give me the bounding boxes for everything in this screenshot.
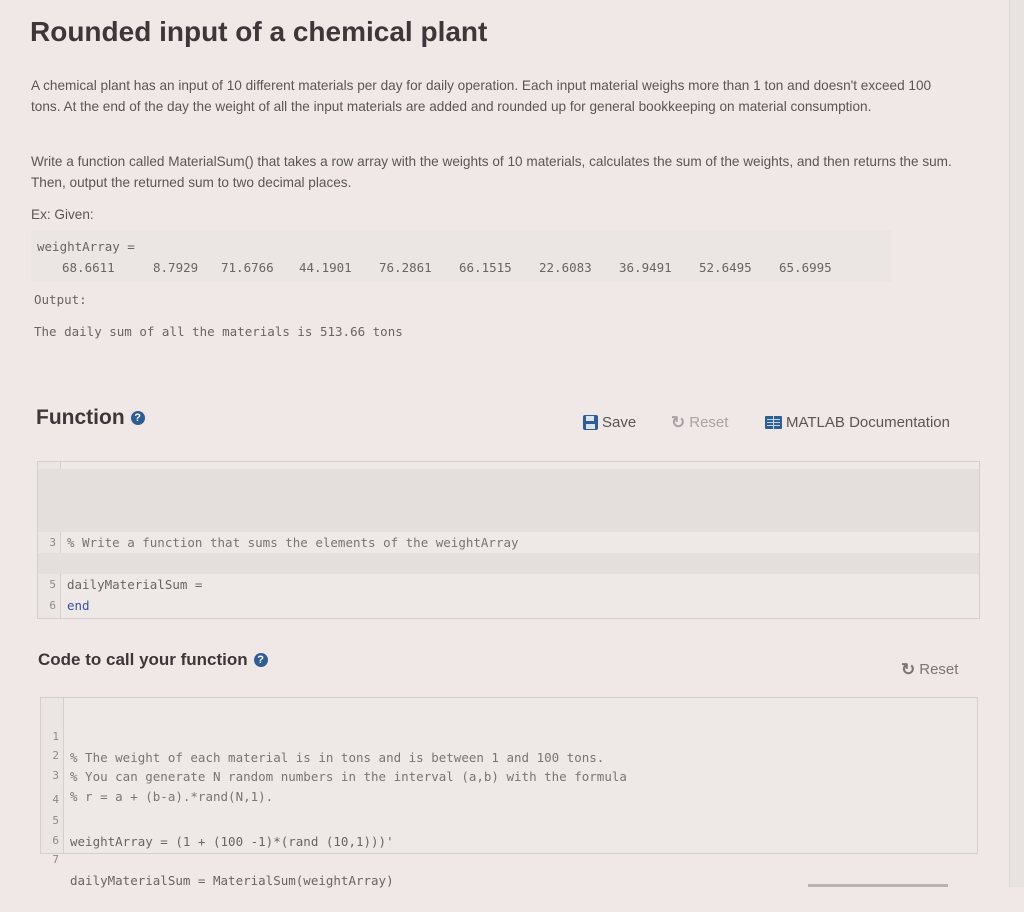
example-value: 52.6495 bbox=[699, 260, 752, 275]
refresh-icon: ↻ bbox=[901, 659, 916, 679]
reset-function-button[interactable]: ↻ Reset bbox=[671, 412, 728, 432]
code-line[interactable]: 1 % The weight of each material is in to… bbox=[41, 705, 977, 765]
refresh-icon: ↻ bbox=[671, 412, 686, 432]
question-circle-icon[interactable]: ? bbox=[130, 411, 145, 425]
code-line[interactable]: 2 % You can generate N random numbers in… bbox=[41, 724, 977, 784]
example-variable: weightArray = bbox=[37, 239, 135, 254]
reset-label: Reset bbox=[919, 660, 959, 678]
call-title-text: Code to call your function bbox=[38, 650, 248, 669]
code-line-editable[interactable]: 4 dailyMaterialSum = bbox=[38, 532, 979, 592]
example-value: 66.1515 bbox=[459, 260, 512, 275]
page-scrollbar[interactable] bbox=[1009, 0, 1024, 887]
output-text: The daily sum of all the materials is 51… bbox=[34, 324, 403, 339]
matlab-documentation-link[interactable]: MATLAB Documentation bbox=[765, 412, 950, 432]
page-title: Rounded input of a chemical plant bbox=[30, 16, 488, 47]
line-number: 6 bbox=[49, 599, 56, 612]
reset-call-button[interactable]: ↻ Reset bbox=[901, 659, 958, 679]
function-section-title: Function ? bbox=[36, 406, 145, 430]
code-line[interactable]: 4 bbox=[41, 768, 977, 806]
call-section-title: Code to call your function ? bbox=[38, 650, 268, 670]
code-line[interactable]: 3 % and prints the result to 2 decimal p… bbox=[38, 511, 979, 571]
example-values: 68.6611 8.7929 71.6766 44.1901 76.2861 6… bbox=[62, 260, 859, 275]
save-button[interactable]: Save bbox=[583, 412, 636, 432]
reset-label: Reset bbox=[689, 413, 729, 431]
example-value: 71.6766 bbox=[221, 260, 274, 275]
call-code-editor[interactable]: 1 % The weight of each material is in to… bbox=[40, 697, 978, 888]
line-number: 7 bbox=[52, 853, 59, 866]
example-label: Ex: Given: bbox=[31, 207, 94, 222]
example-value: 22.6083 bbox=[539, 260, 592, 275]
code-line[interactable]: 6 bbox=[41, 809, 977, 847]
save-label: Save bbox=[602, 413, 637, 431]
code-line[interactable]: 1 function dailyMaterialSum = MaterialSu… bbox=[38, 469, 979, 529]
code-line[interactable]: 3 % r = a + (b-a).*rand(N,1). bbox=[41, 744, 977, 804]
output-label: Output: bbox=[34, 292, 87, 307]
code-line[interactable]: 2 % Write a function that sums the eleme… bbox=[38, 490, 979, 550]
example-value: 44.1901 bbox=[299, 260, 352, 275]
example-value: 68.6611 bbox=[62, 260, 115, 275]
floppy-disk-icon bbox=[583, 414, 598, 430]
question-circle-icon[interactable]: ? bbox=[253, 653, 268, 667]
problem-description: A chemical plant has an input of 10 diff… bbox=[31, 78, 932, 114]
code-line[interactable]: 5 end bbox=[38, 553, 979, 613]
docs-label: MATLAB Documentation bbox=[786, 413, 950, 431]
example-input-box: weightArray = 68.6611 8.7929 71.6766 44.… bbox=[31, 230, 891, 282]
function-code-editor[interactable]: 1 function dailyMaterialSum = MaterialSu… bbox=[37, 461, 980, 619]
book-icon bbox=[765, 415, 782, 429]
example-value: 65.6995 bbox=[779, 260, 832, 275]
code-line-editable[interactable]: 6 bbox=[38, 574, 979, 612]
code-line[interactable]: 5 weightArray = (1 + (100 -1)*(rand (10,… bbox=[41, 789, 977, 849]
problem-page: Rounded input of a chemical plant A chem… bbox=[0, 0, 1010, 888]
function-title-text: Function bbox=[36, 406, 125, 429]
code-line[interactable]: 7 dailyMaterialSum = MaterialSum(weightA… bbox=[41, 828, 977, 888]
code-text: dailyMaterialSum = MaterialSum(weightArr… bbox=[70, 873, 394, 888]
task-description: Write a function called MaterialSum() th… bbox=[31, 154, 952, 190]
example-value: 36.9491 bbox=[619, 260, 672, 275]
example-value: 76.2861 bbox=[379, 260, 432, 275]
example-value: 8.7929 bbox=[153, 260, 199, 275]
